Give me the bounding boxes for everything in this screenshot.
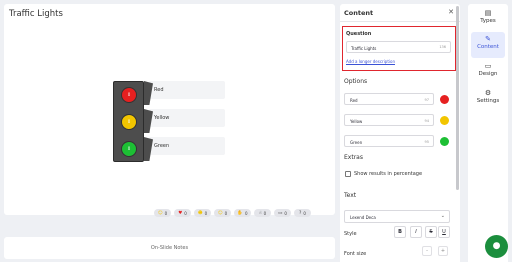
option-input-yellow[interactable]: Yellow 94 <box>344 114 434 126</box>
reaction-count: 0 <box>184 210 187 216</box>
option-label: Green <box>350 140 363 145</box>
reaction-question[interactable]: ? 0 <box>294 209 311 217</box>
font-select[interactable]: Lexend Deca ⌄ <box>344 210 450 223</box>
option-char-count: 95 <box>424 140 429 144</box>
strikethrough-button[interactable]: S <box>425 226 437 238</box>
thinking-icon: ☺ <box>217 210 223 216</box>
tab-settings[interactable]: ⚙ Settings <box>471 86 505 112</box>
chat-button[interactable]: ● <box>485 235 508 258</box>
reaction-count: 0 <box>204 210 208 216</box>
divider <box>340 21 460 22</box>
close-icon[interactable]: ✕ <box>448 8 454 16</box>
tab-design[interactable]: ▭ Design <box>471 59 505 85</box>
reaction-laugh[interactable]: ☻ 0 <box>194 209 211 217</box>
font-size-decrease-button[interactable]: - <box>422 246 432 256</box>
chat-icon: ● <box>492 241 501 251</box>
heart-icon: ♥ <box>178 210 183 216</box>
tab-content[interactable]: ✎ Content <box>471 32 505 58</box>
color-picker-yellow[interactable] <box>440 116 449 125</box>
yellow-lamp: 0 <box>121 114 137 130</box>
bold-button[interactable]: B <box>394 226 406 238</box>
option-bar-yellow: Yellow <box>149 109 225 127</box>
tab-label: Settings <box>476 98 500 104</box>
panel-scrollbar[interactable] <box>456 6 459 190</box>
add-description-link[interactable]: Add a longer description <box>346 59 395 64</box>
content-icon: ✎ <box>485 35 491 43</box>
clap-icon: ✋ <box>237 210 244 216</box>
smiley-icon: ☺ <box>157 210 163 216</box>
question-char-count: 136 <box>439 45 446 49</box>
tab-strip: ▤ Types ✎ Content ▭ Design ⚙ Settings <box>468 4 508 262</box>
reaction-smiley[interactable]: ☺ 0 <box>154 209 171 217</box>
style-label: Style <box>344 231 357 237</box>
question-value: Traffic Lights <box>351 46 377 51</box>
show-percentage-label: Show results in percentage <box>354 171 423 177</box>
tab-types[interactable]: ▤ Types <box>471 6 505 32</box>
traffic-light: 0 0 0 <box>113 81 144 162</box>
reaction-count: 0 <box>245 210 248 216</box>
settings-icon: ⚙ <box>484 89 492 97</box>
option-char-count: 97 <box>424 98 429 102</box>
reaction-count: 0 <box>284 210 287 216</box>
reaction-count: 0 <box>303 210 306 216</box>
content-panel: Content ✕ Question Traffic Lights 136 Ad… <box>340 4 460 262</box>
yellow-lamp-count: 0 <box>127 119 131 124</box>
tab-label: Types <box>480 18 496 24</box>
design-icon: ▭ <box>484 62 492 70</box>
chevron-down-icon: ⌄ <box>440 213 445 219</box>
reaction-count: 0 <box>164 210 168 216</box>
panel-title: Content <box>344 9 374 17</box>
laugh-icon: ☻ <box>197 210 203 216</box>
font-size-label: Font size <box>344 251 367 257</box>
green-lamp: 0 <box>121 141 137 157</box>
italic-button[interactable]: I <box>410 226 422 238</box>
reaction-count: 0 <box>224 210 228 216</box>
tab-label: Content <box>477 44 499 50</box>
slide-canvas[interactable]: Traffic Lights Red Yellow Green 0 0 0 ☺ 0… <box>4 4 335 217</box>
question-icon: ? <box>299 210 302 216</box>
font-size-increase-button[interactable]: + <box>438 246 448 256</box>
reactions-bar: ☺ 0 ♥ 0 ☻ 0 ☺ 0 ✋ 0 ☝ 0 ▭ 0 ? 0 <box>154 209 311 217</box>
option-bar-green: Green <box>149 137 225 155</box>
option-char-count: 94 <box>424 119 429 123</box>
comment-icon: ▭ <box>278 210 283 216</box>
show-percentage-checkbox[interactable] <box>345 171 351 177</box>
underline-button[interactable]: U <box>438 226 450 238</box>
question-input[interactable]: Traffic Lights 136 <box>346 41 451 53</box>
option-input-green[interactable]: Green 95 <box>344 135 434 147</box>
option-bar-red: Red <box>149 81 225 99</box>
reaction-thinking[interactable]: ☺ 0 <box>214 209 231 217</box>
reaction-heart[interactable]: ♥ 0 <box>174 209 191 217</box>
on-slide-notes[interactable]: On-Slide Notes <box>4 237 335 259</box>
option-label: Red <box>350 98 358 103</box>
slide-title: Traffic Lights <box>9 9 63 19</box>
reaction-count: 0 <box>263 210 267 216</box>
question-section: Question Traffic Lights 136 Add a longer… <box>342 26 456 71</box>
reaction-clap[interactable]: ✋ 0 <box>234 209 251 217</box>
red-lamp: 0 <box>121 87 137 103</box>
tab-label: Design <box>478 71 498 77</box>
option-input-red[interactable]: Red 97 <box>344 93 434 105</box>
reaction-thumb[interactable]: ☝ 0 <box>254 209 271 217</box>
thumb-icon: ☝ <box>258 210 262 216</box>
font-value: Lexend Deca <box>350 215 376 220</box>
reaction-comment[interactable]: ▭ 0 <box>274 209 291 217</box>
option-label: Yellow <box>350 119 363 124</box>
extras-title: Extras <box>344 154 363 161</box>
color-picker-red[interactable] <box>440 95 449 104</box>
red-lamp-count: 0 <box>127 92 131 97</box>
options-title: Options <box>344 78 368 85</box>
color-picker-green[interactable] <box>440 137 449 146</box>
question-label: Question <box>346 31 372 37</box>
green-lamp-count: 0 <box>127 146 131 151</box>
text-title: Text <box>344 192 357 199</box>
types-icon: ▤ <box>484 9 492 17</box>
